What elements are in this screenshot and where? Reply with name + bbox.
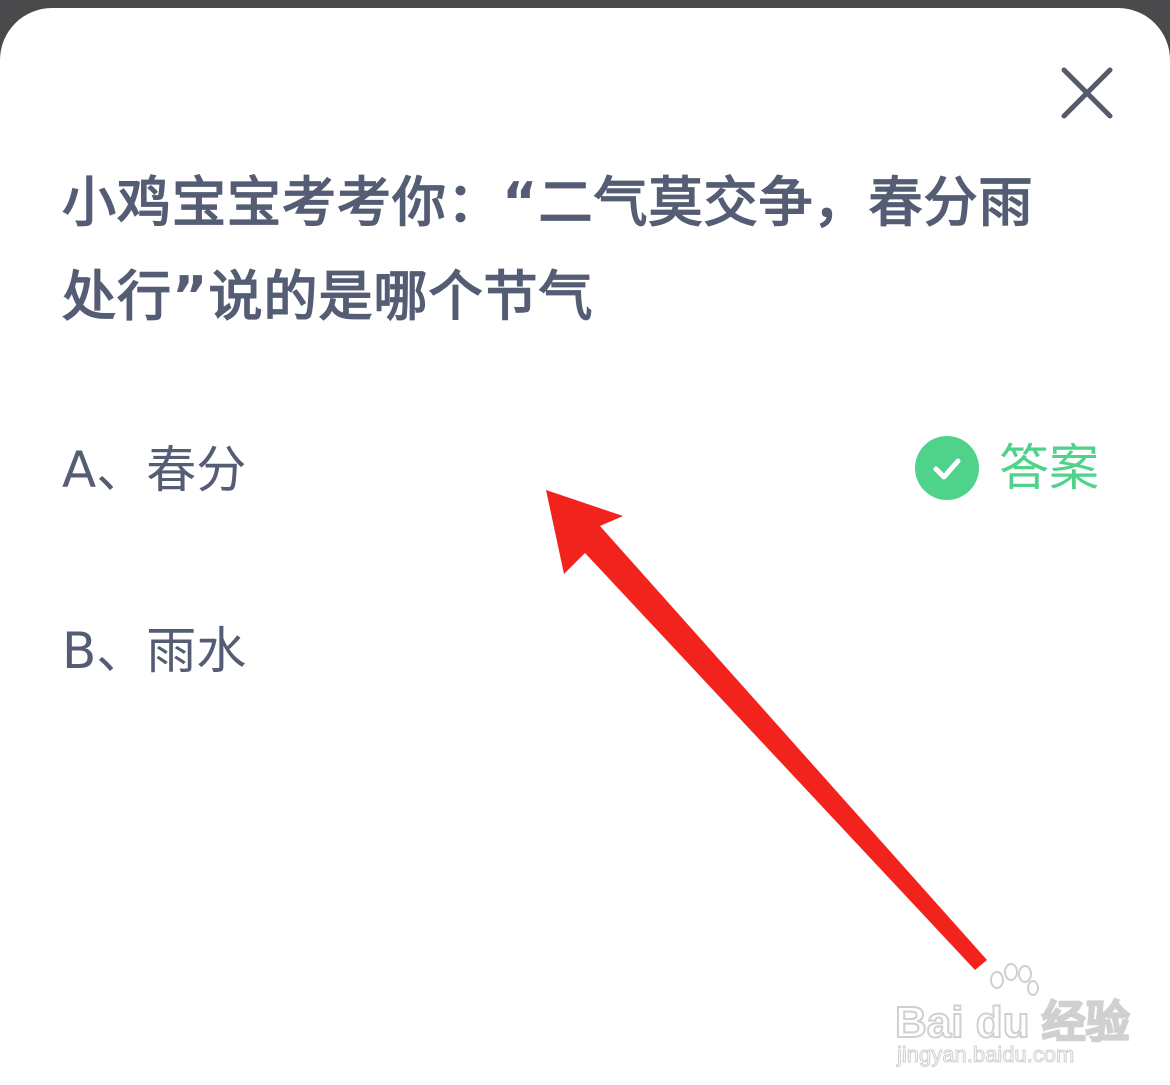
close-icon xyxy=(1061,67,1113,119)
watermark-url: jingyan.baidu.com xyxy=(896,1042,1075,1068)
answer-label: 答案 xyxy=(999,439,1099,497)
option-a[interactable]: A、春分 xyxy=(62,440,246,500)
quiz-sheet: 小鸡宝宝考考你：“二气莫交争，春分雨处行”说的是哪个节气 A、春分 答案 B、雨… xyxy=(0,8,1170,1085)
watermark-brand: Bai du 经验 xyxy=(894,997,1131,1048)
check-circle-icon xyxy=(915,436,979,500)
baidu-jingyan-watermark: Bai du 经验 jingyan.baidu.com xyxy=(894,963,1135,1078)
question-text: 小鸡宝宝考考你：“二气莫交争，春分雨处行”说的是哪个节气 xyxy=(62,171,1034,328)
correct-answer-indicator: 答案 xyxy=(915,436,1099,500)
option-b[interactable]: B、雨水 xyxy=(62,621,246,681)
close-button[interactable] xyxy=(1058,64,1116,122)
paw-logo xyxy=(990,963,1039,996)
